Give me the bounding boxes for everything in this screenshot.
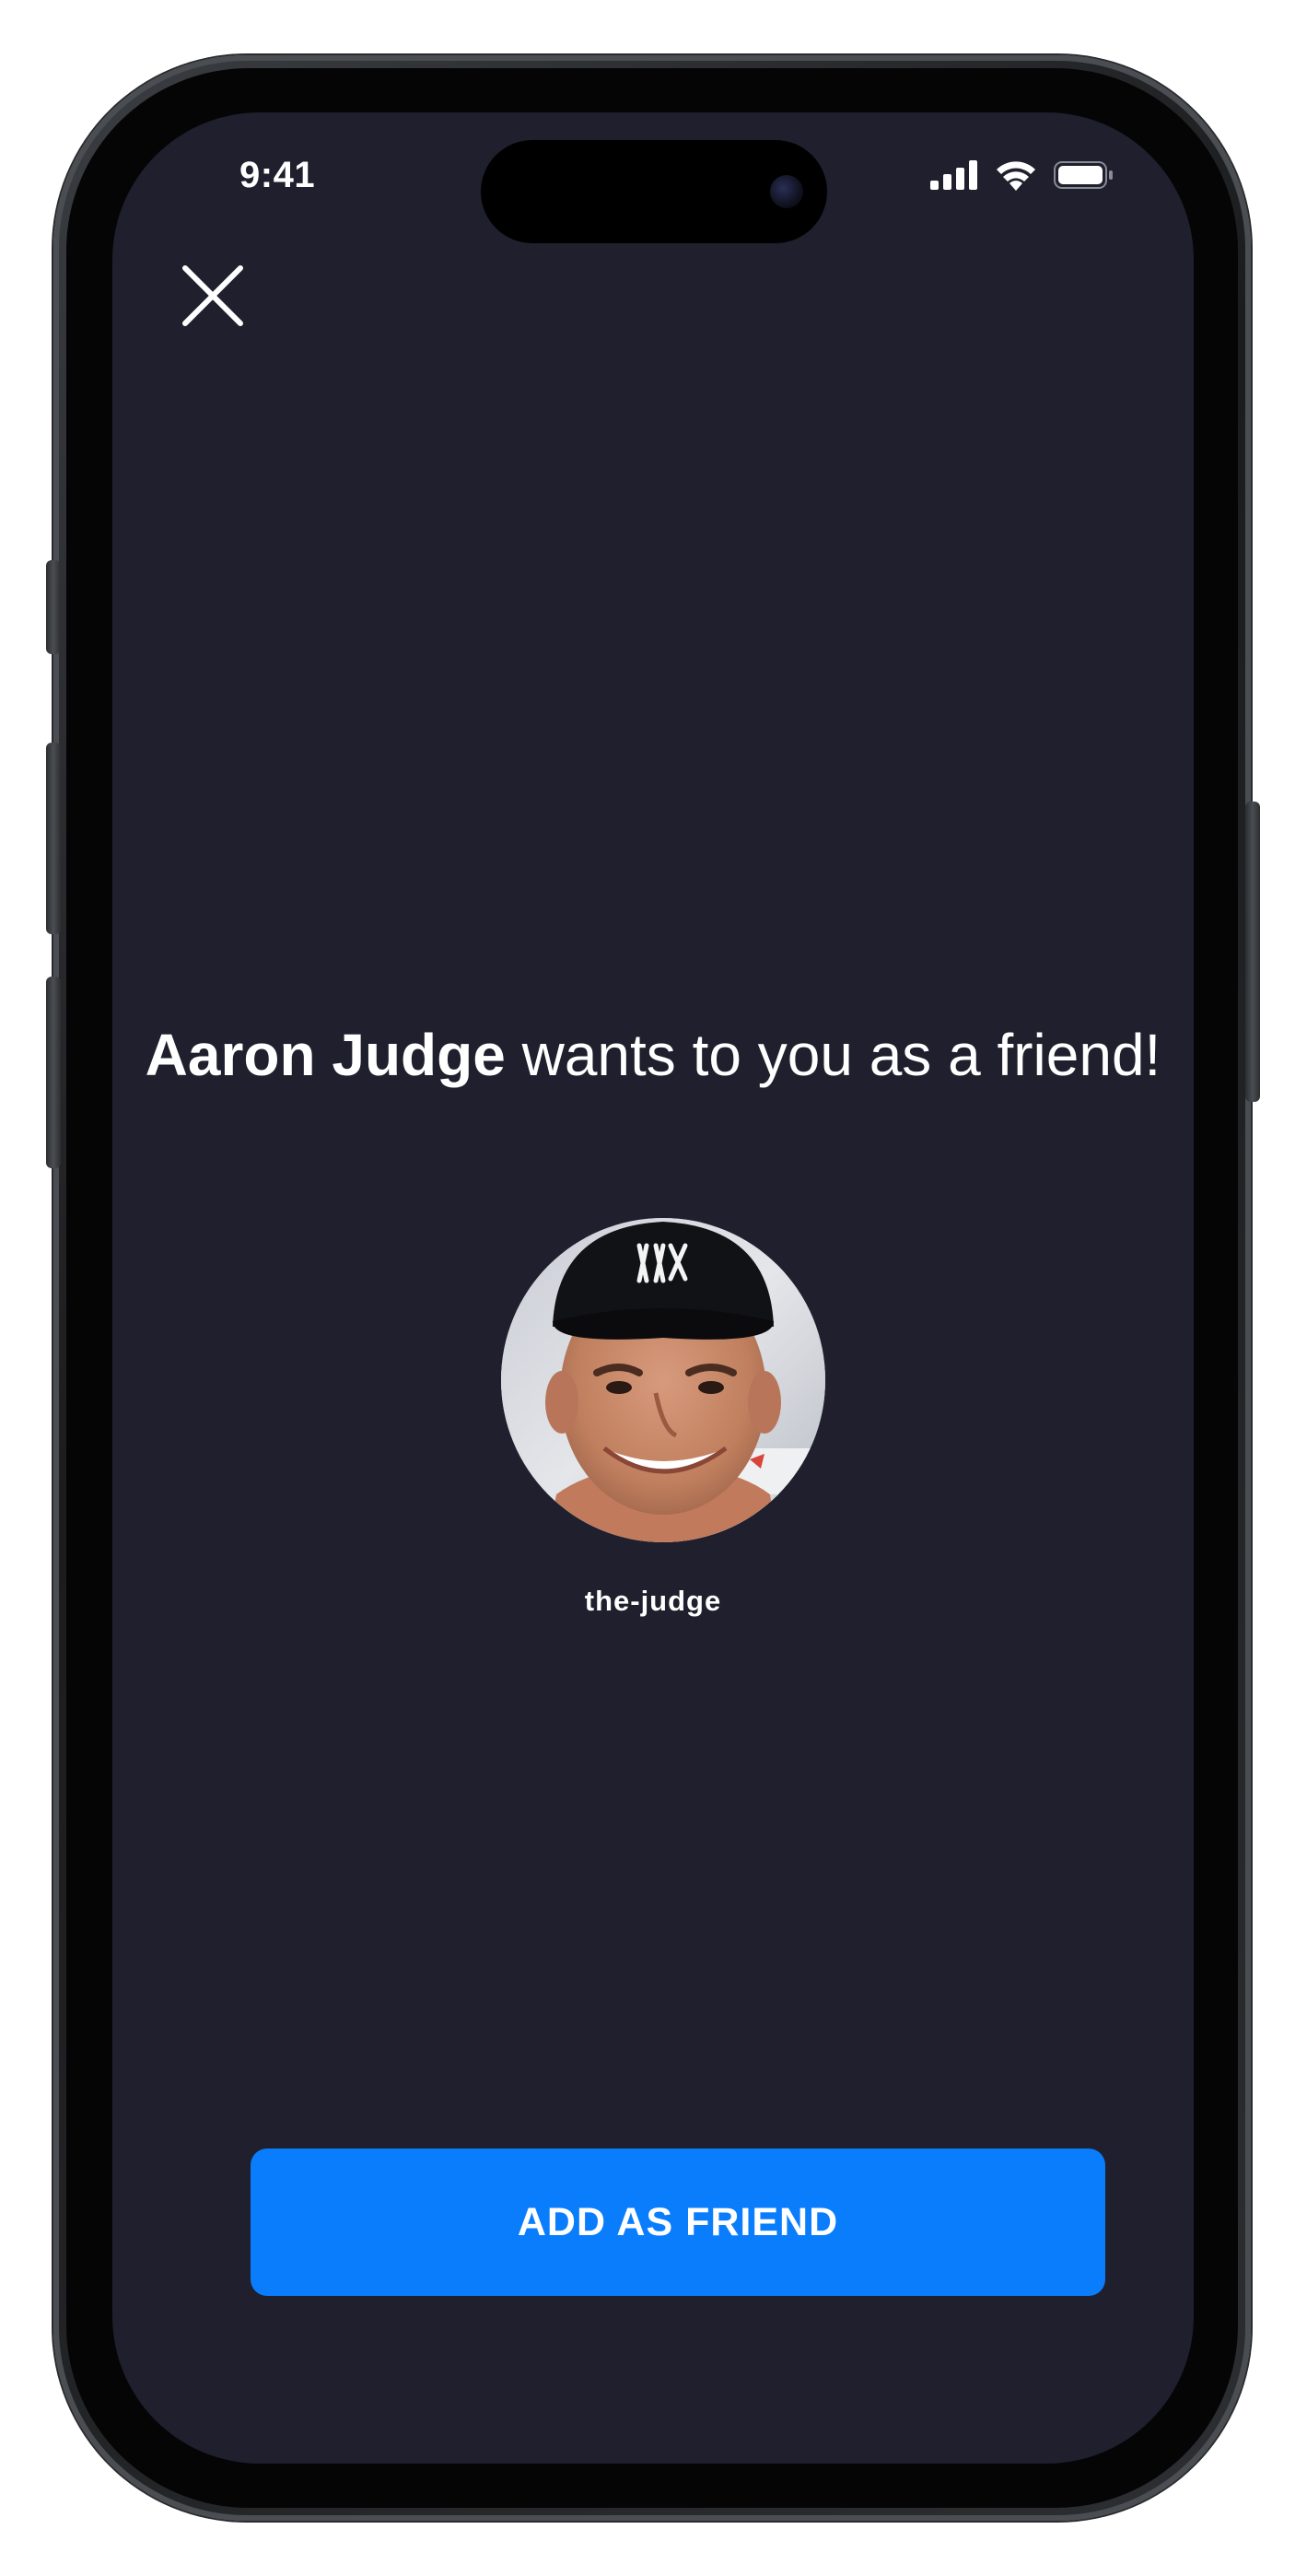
action-button	[46, 560, 61, 654]
power-button	[1245, 802, 1260, 1102]
add-as-friend-button[interactable]: ADD AS FRIEND	[251, 2149, 1105, 2296]
request-text: wants to you as a friend!	[505, 1022, 1161, 1088]
sender-name: Aaron Judge	[145, 1022, 506, 1088]
battery-icon	[1054, 161, 1113, 189]
screen: 9:41 Aaron Judge wants to you as a frien…	[112, 112, 1194, 2464]
username: the-judge	[584, 1585, 722, 1617]
volume-down-button	[46, 977, 61, 1168]
cellular-signal-icon	[930, 160, 977, 190]
status-time: 9:41	[239, 155, 316, 195]
status-icons	[930, 157, 1114, 193]
profile-photo	[501, 1218, 825, 1542]
dynamic-island	[481, 140, 827, 243]
volume-up-button	[46, 743, 61, 934]
friend-request-message: Aaron Judge wants to you as a friend!	[112, 1015, 1194, 1095]
front-camera	[770, 175, 803, 208]
close-button[interactable]	[175, 258, 251, 334]
avatar	[501, 1218, 825, 1542]
status-bar: 9:41	[112, 112, 1194, 243]
wifi-icon	[997, 161, 1035, 191]
close-icon	[182, 265, 243, 326]
